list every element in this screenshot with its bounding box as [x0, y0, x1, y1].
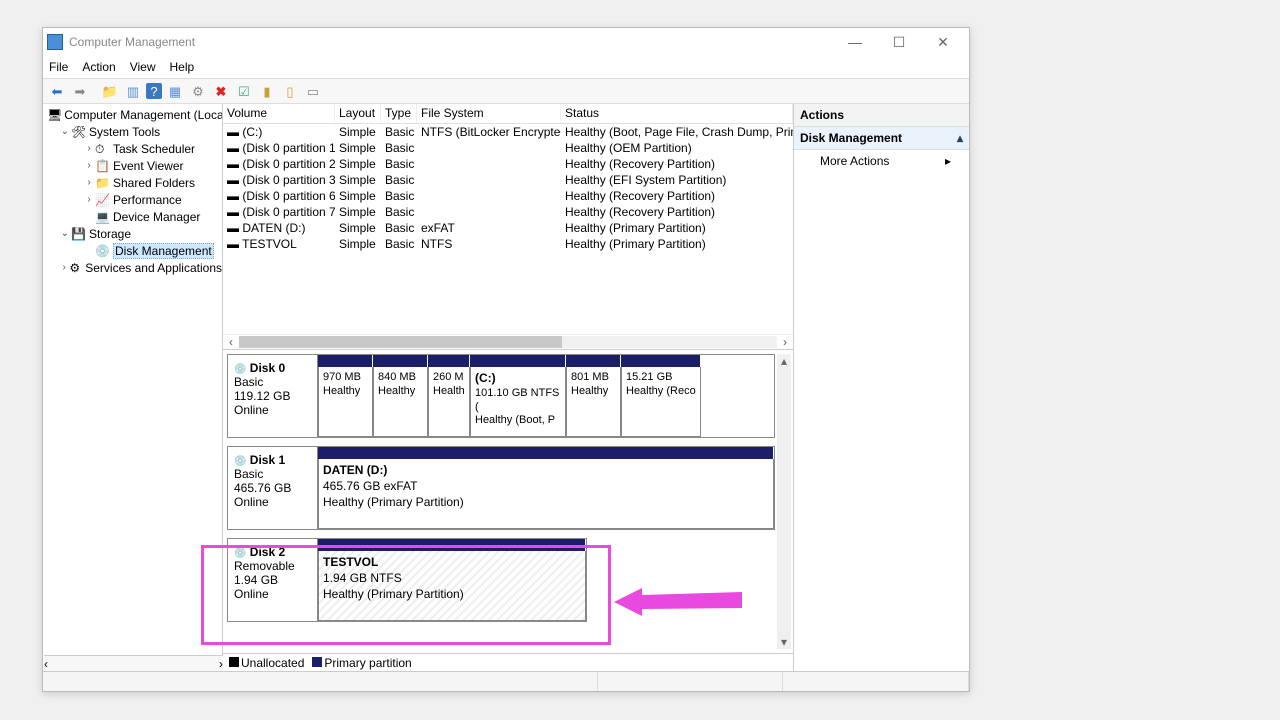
help-icon[interactable]: ? [146, 83, 162, 99]
actions-more[interactable]: More Actions▸ [794, 150, 969, 172]
disk-1-block[interactable]: 💿 Disk 1 Basic 465.76 GB Online DATEN (D… [227, 446, 775, 530]
app-icon [47, 34, 63, 50]
disk-2-partition[interactable]: TESTVOL 1.94 GB NTFS Healthy (Primary Pa… [318, 551, 586, 621]
back-icon[interactable]: ⬅ [47, 81, 67, 101]
disk-0-partition[interactable]: 840 MBHealthy [373, 367, 428, 437]
tree-event-viewer[interactable]: ›📋Event Viewer [83, 157, 222, 174]
volume-row[interactable]: ▬ (Disk 0 partition 3)SimpleBasicHealthy… [223, 172, 793, 188]
maximize-button[interactable]: ☐ [877, 28, 921, 56]
disk-1-partition[interactable]: DATEN (D:) 465.76 GB exFAT Healthy (Prim… [318, 459, 774, 529]
up-icon[interactable]: 📁 [100, 81, 120, 101]
disk-0-partition[interactable]: 801 MBHealthy [566, 367, 621, 437]
actions-section[interactable]: Disk Management▴ [794, 127, 969, 150]
menu-help[interactable]: Help [170, 60, 195, 74]
forward-icon[interactable]: ➡ [70, 81, 90, 101]
tree-device-manager[interactable]: 💻Device Manager [83, 208, 222, 225]
tree-system-tools[interactable]: ⌄🛠System Tools [59, 123, 222, 140]
volume-row[interactable]: ▬ (Disk 0 partition 7)SimpleBasicHealthy… [223, 204, 793, 220]
titlebar: Computer Management — ☐ ✕ [43, 28, 969, 56]
volume-hscroll[interactable]: ‹ › [223, 334, 793, 350]
minimize-button[interactable]: — [833, 28, 877, 56]
disk-2-block[interactable]: 💿 Disk 2 Removable 1.94 GB Online TESTVO… [227, 538, 587, 622]
show-hide-icon[interactable]: ▥ [123, 81, 143, 101]
tree-storage[interactable]: ⌄💾Storage [59, 225, 222, 242]
legend-unallocated: Unallocated [241, 656, 304, 670]
menubar: File Action View Help [43, 56, 969, 78]
volume-list: ▬ (C:)SimpleBasicNTFS (BitLocker Encrypt… [223, 124, 793, 334]
submenu-icon: ▸ [945, 154, 951, 168]
middle-pane: Volume Layout Type File System Status ▬ … [223, 104, 794, 671]
tree-root[interactable]: 🖥Computer Management (Local [47, 106, 222, 123]
check-icon[interactable]: ☑ [234, 81, 254, 101]
menu-file[interactable]: File [49, 60, 68, 74]
tool-icon-3[interactable]: ▭ [303, 81, 323, 101]
disk-2-info: 💿 Disk 2 Removable 1.94 GB Online [228, 539, 318, 621]
scroll-right-icon[interactable]: › [777, 335, 793, 349]
disk-0-partition[interactable]: (C:)101.10 GB NTFS (Healthy (Boot, P [470, 367, 566, 437]
menu-view[interactable]: View [130, 60, 156, 74]
toolbar: ⬅ ➡ 📁 ▥ ? ▦ ⚙ ✖ ☑ ▮ ▯ ▭ [43, 78, 969, 104]
legend-primary: Primary partition [324, 656, 411, 670]
tree-task-scheduler[interactable]: ›⏱Task Scheduler [83, 140, 222, 157]
disk-vscroll[interactable]: ▴ ▾ [777, 354, 791, 649]
window-title: Computer Management [69, 35, 195, 49]
col-filesystem[interactable]: File System [417, 104, 561, 123]
legend-swatch-primary [312, 657, 322, 667]
col-type[interactable]: Type [381, 104, 417, 123]
disk-1-info: 💿 Disk 1 Basic 465.76 GB Online [228, 447, 318, 529]
disk-0-block[interactable]: 💿 Disk 0 Basic 119.12 GB Online 970 MBHe… [227, 354, 775, 438]
disk-0-partition[interactable]: 260 MHealth [428, 367, 470, 437]
tree-pane: 🖥Computer Management (Local ⌄🛠System Too… [43, 104, 223, 671]
volume-row[interactable]: ▬ (C:)SimpleBasicNTFS (BitLocker Encrypt… [223, 124, 793, 140]
tree-services-apps[interactable]: ›⚙Services and Applications [59, 259, 222, 276]
volume-row[interactable]: ▬ (Disk 0 partition 1)SimpleBasicHealthy… [223, 140, 793, 156]
volume-row[interactable]: ▬ (Disk 0 partition 6)SimpleBasicHealthy… [223, 188, 793, 204]
disk-0-info: 💿 Disk 0 Basic 119.12 GB Online [228, 355, 318, 437]
legend-swatch-unallocated [229, 657, 239, 667]
actions-pane: Actions Disk Management▴ More Actions▸ [794, 104, 969, 671]
tool-icon-1[interactable]: ▮ [257, 81, 277, 101]
window: Computer Management — ☐ ✕ File Action Vi… [42, 27, 970, 692]
tool-icon-2[interactable]: ▯ [280, 81, 300, 101]
volume-header: Volume Layout Type File System Status [223, 104, 793, 124]
collapse-icon: ▴ [957, 131, 963, 145]
refresh-icon[interactable]: ▦ [165, 81, 185, 101]
col-volume[interactable]: Volume [223, 104, 335, 123]
tree-disk-management[interactable]: 💿Disk Management [83, 242, 222, 259]
tree-performance[interactable]: ›📈Performance [83, 191, 222, 208]
tree-hscroll[interactable]: ‹› [44, 655, 223, 671]
scroll-left-icon[interactable]: ‹ [223, 335, 239, 349]
col-layout[interactable]: Layout [335, 104, 381, 123]
delete-icon[interactable]: ✖ [211, 81, 231, 101]
disk-0-partition[interactable]: 15.21 GBHealthy (Reco [621, 367, 701, 437]
disk-0-partition[interactable]: 970 MBHealthy [318, 367, 373, 437]
close-button[interactable]: ✕ [921, 28, 965, 56]
statusbar [43, 671, 969, 691]
volume-row[interactable]: ▬ DATEN (D:)SimpleBasicexFATHealthy (Pri… [223, 220, 793, 236]
tree-shared-folders[interactable]: ›📁Shared Folders [83, 174, 222, 191]
col-status[interactable]: Status [561, 104, 793, 123]
settings-icon[interactable]: ⚙ [188, 81, 208, 101]
legend: Unallocated Primary partition [223, 653, 793, 671]
volume-row[interactable]: ▬ (Disk 0 partition 2)SimpleBasicHealthy… [223, 156, 793, 172]
actions-heading: Actions [794, 104, 969, 127]
disk-graphic-pane: ▴ ▾ 💿 Disk 0 Basic 119.12 GB Online [223, 350, 793, 653]
menu-action[interactable]: Action [82, 60, 115, 74]
volume-row[interactable]: ▬ TESTVOLSimpleBasicNTFSHealthy (Primary… [223, 236, 793, 252]
